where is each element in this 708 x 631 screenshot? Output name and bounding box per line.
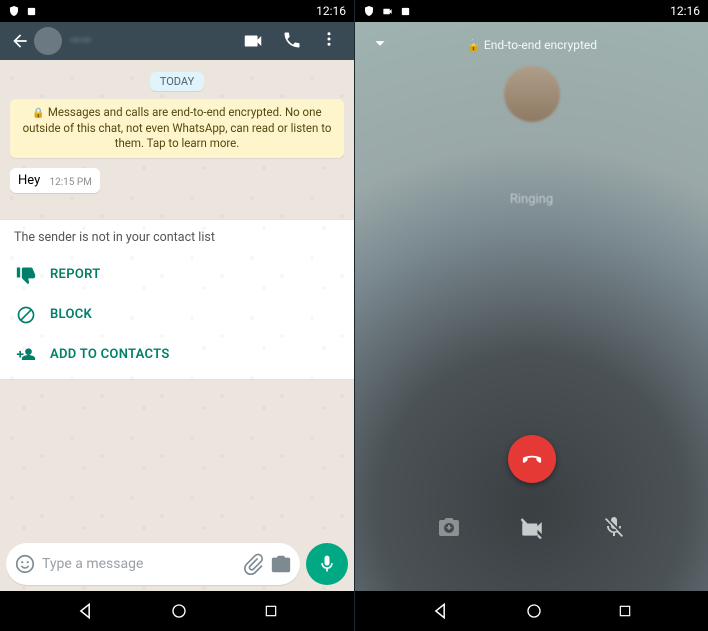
hangup-button[interactable] — [508, 435, 556, 483]
status-time: 12:16 — [316, 4, 346, 18]
emoji-icon[interactable] — [14, 553, 36, 575]
contact-avatar[interactable] — [34, 27, 62, 55]
message-text: Hey — [18, 173, 40, 188]
date-separator: TODAY — [150, 72, 204, 91]
call-screen: 🔒 End-to-end encrypted Ringing — [355, 22, 708, 591]
square-icon — [400, 6, 411, 17]
toggle-video-icon[interactable] — [519, 515, 545, 541]
chat-header: —— — [0, 22, 354, 60]
status-bar: 12:16 — [0, 0, 354, 22]
call-avatar — [504, 66, 560, 122]
call-encryption-label: 🔒 End-to-end encrypted — [405, 38, 658, 52]
minimize-call-button[interactable] — [369, 32, 395, 58]
android-navbar — [0, 591, 354, 631]
lock-icon: 🔒 — [32, 108, 44, 119]
lock-icon: 🔒 — [466, 38, 481, 52]
attach-icon[interactable] — [242, 553, 264, 575]
more-menu-icon[interactable] — [320, 30, 338, 48]
message-time: 12:15 PM — [49, 177, 91, 188]
chat-pane: 12:16 —— TODAY 🔒Messages and calls are e… — [0, 0, 354, 631]
shield-icon — [363, 5, 375, 17]
square-icon — [26, 6, 37, 17]
switch-camera-icon[interactable] — [437, 515, 461, 539]
nav-recents-icon[interactable] — [617, 603, 633, 619]
camera-icon[interactable] — [270, 553, 292, 575]
status-bar: 12:16 — [355, 0, 708, 22]
call-pane: 12:16 🔒 End-to-end encrypted Ringing — [354, 0, 708, 631]
voice-call-icon[interactable] — [282, 30, 302, 50]
nav-back-icon[interactable] — [75, 601, 95, 621]
nav-home-icon[interactable] — [525, 602, 543, 620]
nav-home-icon[interactable] — [170, 602, 188, 620]
message-input[interactable] — [42, 556, 236, 572]
call-status: Ringing — [355, 192, 708, 207]
shield-icon — [8, 5, 20, 17]
mic-button[interactable] — [306, 543, 348, 585]
video-indicator-icon — [381, 6, 394, 17]
status-time: 12:16 — [670, 4, 700, 18]
message-input-dock — [0, 537, 354, 591]
nav-back-icon[interactable] — [430, 601, 450, 621]
back-button[interactable] — [6, 31, 34, 51]
toggle-mic-icon[interactable] — [602, 515, 626, 539]
nav-recents-icon[interactable] — [263, 603, 279, 619]
contact-name[interactable]: —— — [70, 33, 242, 49]
message-input-wrap — [6, 543, 300, 585]
incoming-message[interactable]: Hey 12:15 PM — [10, 168, 100, 193]
chat-body: TODAY 🔒Messages and calls are end-to-end… — [0, 60, 354, 591]
android-navbar — [355, 591, 708, 631]
encryption-notice[interactable]: 🔒Messages and calls are end-to-end encry… — [10, 99, 344, 158]
video-call-icon[interactable] — [242, 30, 264, 52]
